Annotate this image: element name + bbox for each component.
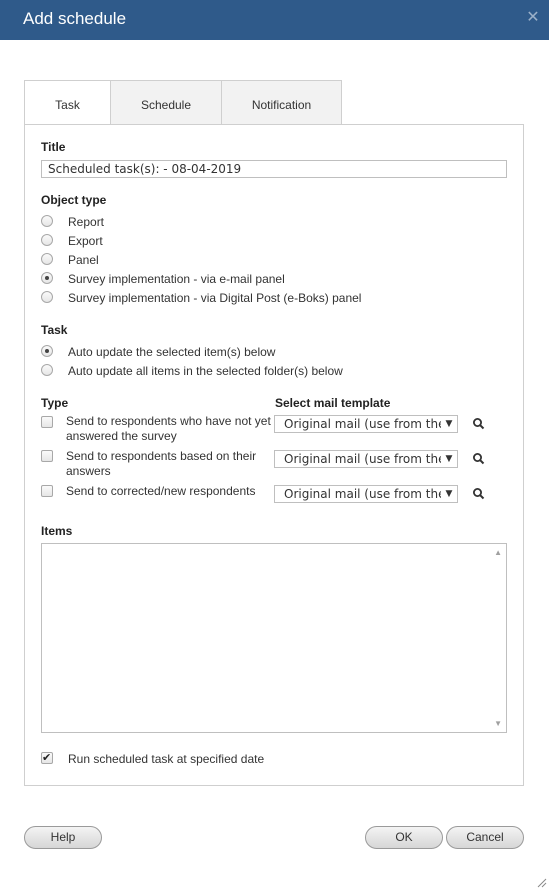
run-scheduled-label: Run scheduled task at specified date xyxy=(68,752,265,766)
radio-survey-email[interactable] xyxy=(41,272,53,284)
based-on-answers-label-line1: Send to respondents based on their xyxy=(66,449,257,463)
dialog-titlebar: Add schedule ✕ xyxy=(0,0,549,40)
dropdown-arrow-icon: ▼ xyxy=(441,451,457,467)
scroll-up-icon[interactable]: ▲ xyxy=(494,548,502,557)
search-icon[interactable] xyxy=(472,452,486,466)
radio-export[interactable] xyxy=(41,234,53,246)
radio-update-selected[interactable] xyxy=(41,345,53,357)
items-label: Items xyxy=(41,524,73,538)
object-type-label: Object type xyxy=(41,193,107,207)
template-select-value: Original mail (use from the xyxy=(284,487,446,501)
template-select-based-on-answers[interactable]: Original mail (use from the ▼ xyxy=(274,450,458,468)
title-input[interactable]: Scheduled task(s): - 08-04-2019 xyxy=(41,160,507,178)
tab-schedule[interactable]: Schedule xyxy=(111,80,222,125)
based-on-answers-label-line2: answers xyxy=(66,464,111,478)
checkbox-corrected-new[interactable] xyxy=(41,485,53,497)
tab-task[interactable]: Task xyxy=(24,80,111,125)
dropdown-arrow-icon: ▼ xyxy=(441,416,457,432)
search-icon[interactable] xyxy=(472,417,486,431)
template-select-value: Original mail (use from the xyxy=(284,452,446,466)
title-label: Title xyxy=(41,140,66,154)
radio-update-selected-label: Auto update the selected item(s) below xyxy=(68,345,276,359)
dropdown-arrow-icon: ▼ xyxy=(441,486,457,502)
radio-report-label: Report xyxy=(68,215,105,229)
not-answered-label-line2: answered the survey xyxy=(66,429,177,443)
tab-notification[interactable]: Notification xyxy=(222,80,342,125)
help-button[interactable]: Help xyxy=(24,826,102,849)
items-list[interactable]: ▲ ▼ xyxy=(41,543,507,733)
radio-export-label: Export xyxy=(68,234,103,248)
corrected-new-label: Send to corrected/new respondents xyxy=(66,484,256,498)
radio-report[interactable] xyxy=(41,215,53,227)
template-select-not-answered[interactable]: Original mail (use from the ▼ xyxy=(274,415,458,433)
ok-button[interactable]: OK xyxy=(365,826,443,849)
dialog-title: Add schedule xyxy=(23,9,127,28)
radio-survey-eboks-label: Survey implementation - via Digital Post… xyxy=(68,291,362,305)
radio-panel-label: Panel xyxy=(68,253,99,267)
radio-survey-eboks[interactable] xyxy=(41,291,53,303)
radio-update-folder[interactable] xyxy=(41,364,53,376)
template-select-value: Original mail (use from the xyxy=(284,417,446,431)
checkbox-based-on-answers[interactable] xyxy=(41,450,53,462)
checkbox-run-scheduled[interactable] xyxy=(41,751,53,764)
scroll-down-icon[interactable]: ▼ xyxy=(494,719,502,728)
checkbox-not-answered[interactable] xyxy=(41,416,53,428)
radio-update-folder-label: Auto update all items in the selected fo… xyxy=(68,364,343,378)
resize-grip-icon[interactable] xyxy=(535,876,547,888)
template-select-corrected-new[interactable]: Original mail (use from the ▼ xyxy=(274,485,458,503)
task-label: Task xyxy=(41,323,68,337)
radio-panel[interactable] xyxy=(41,253,53,265)
cancel-button[interactable]: Cancel xyxy=(446,826,524,849)
radio-survey-email-label: Survey implementation - via e-mail panel xyxy=(68,272,285,286)
close-icon[interactable]: ✕ xyxy=(525,10,541,26)
type-label: Type xyxy=(41,396,69,410)
search-icon[interactable] xyxy=(472,487,486,501)
mail-template-label: Select mail template xyxy=(275,396,391,410)
not-answered-label-line1: Send to respondents who have not yet xyxy=(66,414,271,428)
